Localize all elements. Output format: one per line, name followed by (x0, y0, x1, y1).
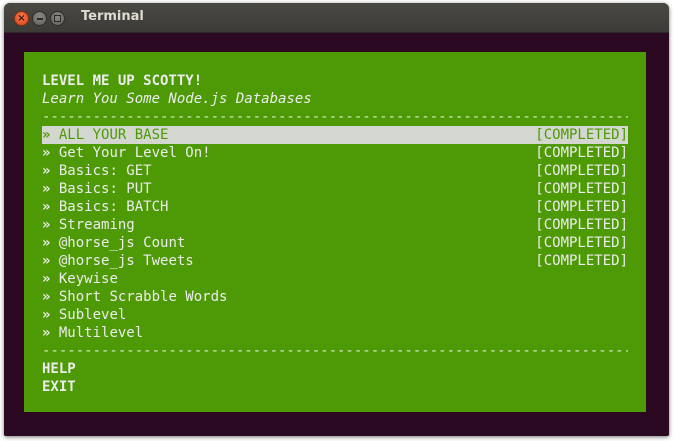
title-bar[interactable]: × Terminal (4, 3, 669, 33)
menu-marker-icon: » (42, 307, 51, 323)
menu-item[interactable]: » Short Scrabble Words (42, 288, 628, 306)
menu-item-label: ALL YOUR BASE (58, 127, 169, 143)
menu-marker-icon: » (42, 217, 51, 233)
close-window-button[interactable]: × (14, 11, 29, 26)
menu-item[interactable]: » Multilevel (42, 324, 628, 342)
minimize-window-button[interactable] (32, 11, 47, 26)
menu-item-status: [COMPLETED] (535, 253, 628, 269)
divider-top: ----------------------------------------… (42, 109, 628, 125)
menu-item[interactable]: » Keywise (42, 270, 628, 288)
menu-marker-icon: » (42, 289, 51, 305)
menu-item-label: Basics: BATCH (58, 199, 169, 215)
help-menu-item[interactable]: HELP (42, 360, 76, 378)
menu-marker-icon: » (42, 145, 51, 161)
menu-item-label: Basics: GET (58, 163, 152, 179)
menu-item-label: Streaming (58, 217, 135, 233)
menu-item-status: [COMPLETED] (535, 235, 628, 251)
menu-item-status: [COMPLETED] (535, 199, 628, 215)
workshop-menu-panel: LEVEL ME UP SCOTTY! Learn You Some Node.… (24, 52, 646, 412)
maximize-icon (54, 15, 61, 22)
divider-bottom: ----------------------------------------… (42, 343, 628, 359)
menu-item-label: Get Your Level On! (58, 145, 211, 161)
app-title: LEVEL ME UP SCOTTY! (42, 73, 203, 89)
menu-item[interactable]: » Sublevel (42, 306, 628, 324)
menu-item-label: Multilevel (58, 325, 144, 341)
menu-item-label: @horse_js Count (58, 235, 186, 251)
menu-item-label: Keywise (58, 271, 118, 287)
minimize-icon (37, 18, 43, 20)
menu-item-status: [COMPLETED] (535, 163, 628, 179)
app-subtitle: Learn You Some Node.js Databases (42, 91, 312, 107)
menu-marker-icon: » (42, 163, 51, 179)
menu-item-label: Sublevel (58, 307, 127, 323)
menu-marker-icon: » (42, 199, 51, 215)
menu-item-status: [COMPLETED] (535, 217, 628, 233)
menu-item-label: Short Scrabble Words (58, 289, 228, 305)
menu-marker-icon: » (42, 181, 51, 197)
menu-item[interactable]: » Streaming [COMPLETED] (42, 216, 628, 234)
menu-item[interactable]: » ALL YOUR BASE [COMPLETED] (42, 126, 628, 144)
menu-item[interactable]: » @horse_js Count [COMPLETED] (42, 234, 628, 252)
menu-marker-icon: » (42, 325, 51, 341)
close-icon: × (17, 13, 26, 24)
menu-item-status: [COMPLETED] (535, 127, 628, 143)
menu-item-label: Basics: PUT (58, 181, 152, 197)
menu-item[interactable]: » Basics: PUT [COMPLETED] (42, 180, 628, 198)
maximize-window-button[interactable] (50, 11, 65, 26)
menu-item-status: [COMPLETED] (535, 181, 628, 197)
menu-marker-icon: » (42, 235, 51, 251)
menu-marker-icon: » (42, 127, 51, 143)
exit-menu-item[interactable]: EXIT (42, 378, 76, 396)
menu-item[interactable]: » Get Your Level On! [COMPLETED] (42, 144, 628, 162)
terminal-window: × Terminal LEVEL ME UP SCOTTY! Learn You… (4, 3, 669, 436)
menu-marker-icon: » (42, 253, 51, 269)
terminal-area[interactable]: LEVEL ME UP SCOTTY! Learn You Some Node.… (4, 33, 669, 436)
menu-item-status: [COMPLETED] (535, 145, 628, 161)
menu-item[interactable]: » @horse_js Tweets [COMPLETED] (42, 252, 628, 270)
window-title: Terminal (81, 9, 144, 24)
menu-item[interactable]: » Basics: GET [COMPLETED] (42, 162, 628, 180)
menu-item[interactable]: » Basics: BATCH [COMPLETED] (42, 198, 628, 216)
menu-marker-icon: » (42, 271, 51, 287)
menu-item-label: @horse_js Tweets (58, 253, 194, 269)
